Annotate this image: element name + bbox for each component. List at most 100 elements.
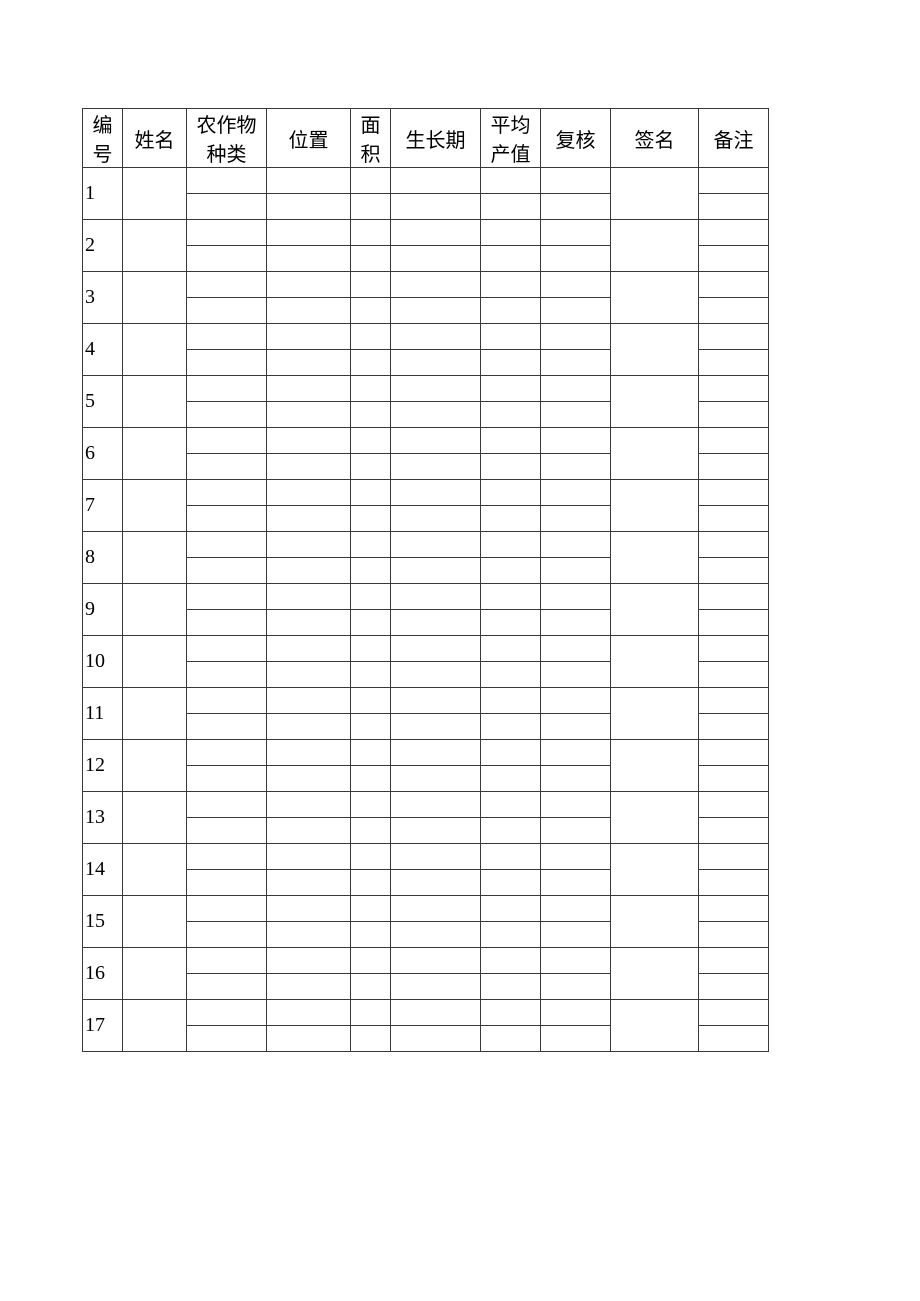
cell (267, 194, 351, 220)
table-row: 16 (83, 948, 769, 974)
cell (351, 974, 391, 1000)
cell-name (123, 948, 187, 1000)
cell-remark (699, 272, 769, 298)
cell (267, 168, 351, 194)
cell (481, 740, 541, 766)
row-number: 9 (83, 584, 123, 636)
cell (481, 428, 541, 454)
cell (187, 1000, 267, 1026)
cell (541, 1026, 611, 1052)
cell-remark (699, 896, 769, 922)
cell (267, 480, 351, 506)
header-row: 编号 姓名 农作物种类 位置 面积 生长期 平均产值 复核 签名 备注 (83, 109, 769, 168)
table-row: 4 (83, 324, 769, 350)
cell (391, 740, 481, 766)
cell (267, 506, 351, 532)
cell (267, 376, 351, 402)
cell (481, 506, 541, 532)
cell (267, 714, 351, 740)
cell (391, 922, 481, 948)
cell-sign (611, 428, 699, 480)
cell (187, 350, 267, 376)
cell-remark (699, 870, 769, 896)
cell (351, 662, 391, 688)
cell (187, 844, 267, 870)
table-row: 11 (83, 688, 769, 714)
cell (541, 818, 611, 844)
cell-sign (611, 792, 699, 844)
row-number: 5 (83, 376, 123, 428)
cell (351, 610, 391, 636)
cell (391, 974, 481, 1000)
cell (541, 948, 611, 974)
cell (481, 1026, 541, 1052)
cell (351, 688, 391, 714)
cell (267, 1000, 351, 1026)
cell-name (123, 688, 187, 740)
cell (481, 350, 541, 376)
cell (187, 662, 267, 688)
cell (391, 272, 481, 298)
cell (541, 272, 611, 298)
cell (267, 636, 351, 662)
cell (351, 428, 391, 454)
cell (267, 532, 351, 558)
cell (481, 376, 541, 402)
cell-sign (611, 324, 699, 376)
cell-remark (699, 324, 769, 350)
cell (481, 662, 541, 688)
cell-sign (611, 220, 699, 272)
cell (187, 922, 267, 948)
cell (351, 220, 391, 246)
cell (351, 844, 391, 870)
cell (481, 532, 541, 558)
cell-remark (699, 922, 769, 948)
cell (391, 870, 481, 896)
cell (391, 714, 481, 740)
cell (187, 740, 267, 766)
cell (267, 220, 351, 246)
cell (481, 636, 541, 662)
cell (541, 194, 611, 220)
cell (481, 922, 541, 948)
cell (481, 766, 541, 792)
table-row: 3 (83, 272, 769, 298)
cell-remark (699, 194, 769, 220)
row-number: 13 (83, 792, 123, 844)
col-review: 复核 (541, 109, 611, 168)
cell-name (123, 636, 187, 688)
cell (267, 428, 351, 454)
cell (351, 1026, 391, 1052)
cell (391, 168, 481, 194)
cell (187, 636, 267, 662)
cell (391, 844, 481, 870)
cell (267, 324, 351, 350)
cell (351, 298, 391, 324)
cell (541, 792, 611, 818)
cell (351, 896, 391, 922)
cell (391, 948, 481, 974)
cell-name (123, 324, 187, 376)
cell (481, 714, 541, 740)
cell (267, 792, 351, 818)
cell (267, 974, 351, 1000)
cell-remark (699, 350, 769, 376)
cell (187, 610, 267, 636)
cell (391, 688, 481, 714)
cell (187, 974, 267, 1000)
cell (187, 948, 267, 974)
cell (351, 740, 391, 766)
cell-sign (611, 1000, 699, 1052)
cell (391, 1000, 481, 1026)
cell-name (123, 480, 187, 532)
cell (267, 558, 351, 584)
table-row: 14 (83, 844, 769, 870)
cell-sign (611, 688, 699, 740)
cell (351, 506, 391, 532)
cell-name (123, 792, 187, 844)
cell-remark (699, 454, 769, 480)
cell (391, 610, 481, 636)
cell (187, 896, 267, 922)
row-number: 16 (83, 948, 123, 1000)
cell (351, 1000, 391, 1026)
